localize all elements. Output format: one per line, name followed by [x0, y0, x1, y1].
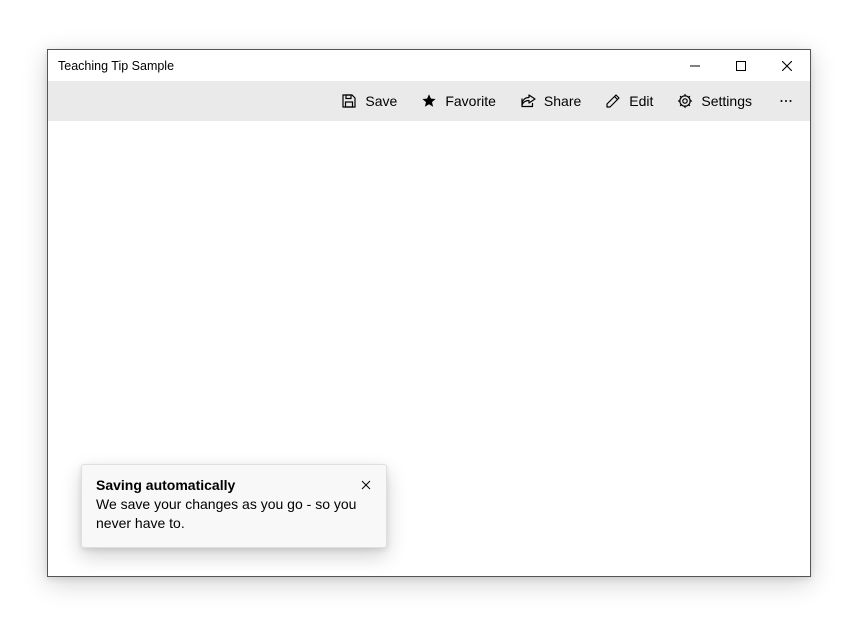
- gear-icon: [677, 93, 693, 109]
- app-window: Teaching Tip Sample: [47, 49, 811, 577]
- pencil-icon: [605, 93, 621, 109]
- close-icon: [782, 61, 792, 71]
- content-area: Saving automatically We save your change…: [48, 121, 810, 576]
- close-button[interactable]: [764, 50, 810, 81]
- titlebar-controls: [672, 50, 810, 81]
- save-button[interactable]: Save: [331, 83, 407, 119]
- teaching-tip-close-button[interactable]: [352, 471, 380, 499]
- close-icon: [361, 480, 371, 490]
- titlebar: Teaching Tip Sample: [48, 50, 810, 81]
- teaching-tip: Saving automatically We save your change…: [81, 464, 387, 548]
- teaching-tip-body: We save your changes as you go - so you …: [96, 495, 372, 533]
- settings-button[interactable]: Settings: [667, 83, 762, 119]
- share-icon: [520, 93, 536, 109]
- edit-label: Edit: [629, 93, 653, 109]
- window-title: Teaching Tip Sample: [58, 59, 174, 73]
- more-button[interactable]: [766, 83, 806, 119]
- settings-label: Settings: [701, 93, 752, 109]
- share-button[interactable]: Share: [510, 83, 591, 119]
- favorite-label: Favorite: [445, 93, 496, 109]
- more-icon: [778, 93, 794, 109]
- share-label: Share: [544, 93, 581, 109]
- teaching-tip-title: Saving automatically: [96, 477, 372, 493]
- maximize-icon: [736, 61, 746, 71]
- maximize-button[interactable]: [718, 50, 764, 81]
- command-bar: Save Favorite Share: [48, 81, 810, 121]
- favorite-button[interactable]: Favorite: [411, 83, 506, 119]
- star-icon: [421, 93, 437, 109]
- edit-button[interactable]: Edit: [595, 83, 663, 119]
- minimize-icon: [690, 61, 700, 71]
- save-icon: [341, 93, 357, 109]
- minimize-button[interactable]: [672, 50, 718, 81]
- save-label: Save: [365, 93, 397, 109]
